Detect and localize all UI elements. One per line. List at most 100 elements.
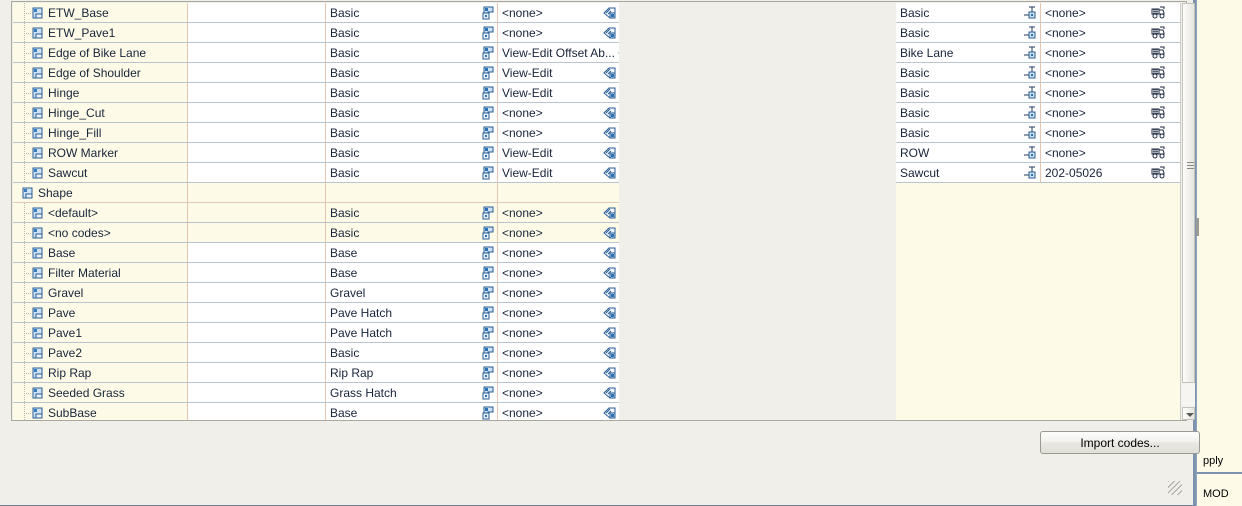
table-row[interactable]: Filter Material Base <none>: [13, 263, 619, 283]
link-picker-icon[interactable]: [603, 286, 617, 300]
row-pay-item-cell[interactable]: <none>: [1041, 43, 1168, 62]
link-picker-icon[interactable]: [603, 346, 617, 360]
row-code-name-cell[interactable]: Edge of Shoulder: [13, 63, 188, 82]
row-link-cell[interactable]: <none>: [498, 223, 619, 242]
table-row[interactable]: ROW <none>: [896, 143, 1187, 163]
link-picker-icon[interactable]: [603, 106, 617, 120]
row-description-cell[interactable]: [188, 223, 326, 242]
table-row[interactable]: Hinge Basic View-Edit: [13, 83, 619, 103]
row-link-cell[interactable]: View-Edit Offset Ab...: [498, 43, 619, 62]
table-row[interactable]: SubBase Base <none>: [13, 403, 619, 420]
right-code-grid[interactable]: Basic <none> Basic <none> Bike Lane <none> Bas…: [896, 3, 1187, 420]
row-link-cell[interactable]: <none>: [498, 343, 619, 362]
row-description-cell[interactable]: [188, 243, 326, 262]
row-code-name-cell[interactable]: Pave: [13, 303, 188, 322]
import-codes-button[interactable]: Import codes...: [1040, 431, 1200, 454]
table-row[interactable]: Basic <none>: [896, 83, 1187, 103]
point-marker-icon[interactable]: [1023, 146, 1038, 160]
row-link-cell[interactable]: <none>: [498, 103, 619, 122]
table-row[interactable]: ROW Marker Basic View-Edit: [13, 143, 619, 163]
point-marker-icon[interactable]: [1023, 86, 1038, 100]
style-picker-icon[interactable]: [481, 146, 495, 160]
link-picker-icon[interactable]: [603, 306, 617, 320]
table-row[interactable]: Basic <none>: [896, 123, 1187, 143]
pay-item-picker-icon[interactable]: [1151, 66, 1166, 79]
style-picker-icon[interactable]: [481, 266, 495, 280]
point-marker-icon[interactable]: [1023, 126, 1038, 140]
row-description-cell[interactable]: [188, 203, 326, 222]
row-style-cell[interactable]: Base: [326, 403, 498, 420]
row-link-cell[interactable]: <none>: [498, 403, 619, 420]
row-style-cell[interactable]: Basic: [326, 3, 498, 22]
row-code-name-cell[interactable]: Seeded Grass: [13, 383, 188, 402]
link-picker-icon[interactable]: [603, 366, 617, 380]
row-description-cell[interactable]: [188, 303, 326, 322]
pay-item-picker-icon[interactable]: [1151, 26, 1166, 39]
style-picker-icon[interactable]: [481, 86, 495, 100]
style-picker-icon[interactable]: [481, 346, 495, 360]
row-link-cell[interactable]: <none>: [498, 243, 619, 262]
row-code-name-cell[interactable]: Pave1: [13, 323, 188, 342]
link-picker-icon[interactable]: [603, 266, 617, 280]
pay-item-picker-icon[interactable]: [1151, 46, 1166, 59]
row-code-name-cell[interactable]: Shape: [13, 183, 188, 202]
style-picker-icon[interactable]: [481, 166, 495, 180]
row-link-cell[interactable]: <none>: [498, 203, 619, 222]
link-picker-icon[interactable]: [603, 206, 617, 220]
row-code-name-cell[interactable]: Hinge_Cut: [13, 103, 188, 122]
table-row[interactable]: Pave Pave Hatch <none>: [13, 303, 619, 323]
row-pay-item-cell[interactable]: <none>: [1041, 143, 1168, 162]
pay-item-picker-icon[interactable]: [1151, 86, 1166, 99]
table-row[interactable]: Edge of Bike Lane Basic View-Edit Offset A…: [13, 43, 619, 63]
row-style-cell[interactable]: Base: [326, 263, 498, 282]
row-description-cell[interactable]: [188, 403, 326, 420]
style-picker-icon[interactable]: [481, 326, 495, 340]
table-row[interactable]: Edge of Shoulder Basic View-Edit: [13, 63, 619, 83]
table-row[interactable]: Hinge_Fill Basic <none>: [13, 123, 619, 143]
table-row[interactable]: Basic <none>: [896, 103, 1187, 123]
table-row[interactable]: Pave1 Pave Hatch <none>: [13, 323, 619, 343]
table-row[interactable]: <no codes> Basic <none>: [13, 223, 619, 243]
row-description-cell[interactable]: [188, 83, 326, 102]
link-picker-icon[interactable]: [603, 6, 617, 20]
row-style-cell[interactable]: Basic: [326, 143, 498, 162]
table-row[interactable]: <default> Basic <none>: [13, 203, 619, 223]
row-style-cell[interactable]: Basic: [326, 123, 498, 142]
row-description-cell[interactable]: [188, 283, 326, 302]
table-row[interactable]: Shape: [13, 183, 619, 203]
row-link-cell[interactable]: View-Edit: [498, 83, 619, 102]
row-description-cell[interactable]: [188, 363, 326, 382]
row-description-cell[interactable]: [188, 163, 326, 182]
table-row[interactable]: Rip Rap Rip Rap <none>: [13, 363, 619, 383]
row-pay-item-cell[interactable]: <none>: [1041, 3, 1168, 22]
row-marker-style-cell[interactable]: Basic: [896, 63, 1041, 82]
link-picker-icon[interactable]: [618, 46, 619, 60]
row-pay-item-cell[interactable]: <none>: [1041, 103, 1168, 122]
pay-item-picker-icon[interactable]: [1151, 106, 1166, 119]
link-picker-icon[interactable]: [603, 66, 617, 80]
style-picker-icon[interactable]: [481, 46, 495, 60]
row-code-name-cell[interactable]: Filter Material: [13, 263, 188, 282]
row-code-name-cell[interactable]: ETW_Pave1: [13, 23, 188, 42]
link-picker-icon[interactable]: [603, 226, 617, 240]
row-description-cell[interactable]: [188, 63, 326, 82]
link-picker-icon[interactable]: [603, 26, 617, 40]
row-pay-item-cell[interactable]: <none>: [1041, 83, 1168, 102]
row-code-name-cell[interactable]: ROW Marker: [13, 143, 188, 162]
style-picker-icon[interactable]: [481, 6, 495, 20]
table-row[interactable]: Pave2 Basic <none>: [13, 343, 619, 363]
row-style-cell[interactable]: Basic: [326, 163, 498, 182]
row-marker-style-cell[interactable]: Bike Lane: [896, 43, 1041, 62]
row-code-name-cell[interactable]: Edge of Bike Lane: [13, 43, 188, 62]
row-description-cell[interactable]: [188, 343, 326, 362]
link-picker-icon[interactable]: [603, 246, 617, 260]
row-style-cell[interactable]: Gravel: [326, 283, 498, 302]
row-marker-style-cell[interactable]: Basic: [896, 83, 1041, 102]
table-row[interactable]: Gravel Gravel <none>: [13, 283, 619, 303]
row-pay-item-cell[interactable]: 202-05026: [1041, 163, 1168, 182]
row-code-name-cell[interactable]: Gravel: [13, 283, 188, 302]
row-code-name-cell[interactable]: Pave2: [13, 343, 188, 362]
link-picker-icon[interactable]: [603, 86, 617, 100]
style-picker-icon[interactable]: [481, 286, 495, 300]
dialog-resize-grip[interactable]: [1168, 481, 1182, 495]
